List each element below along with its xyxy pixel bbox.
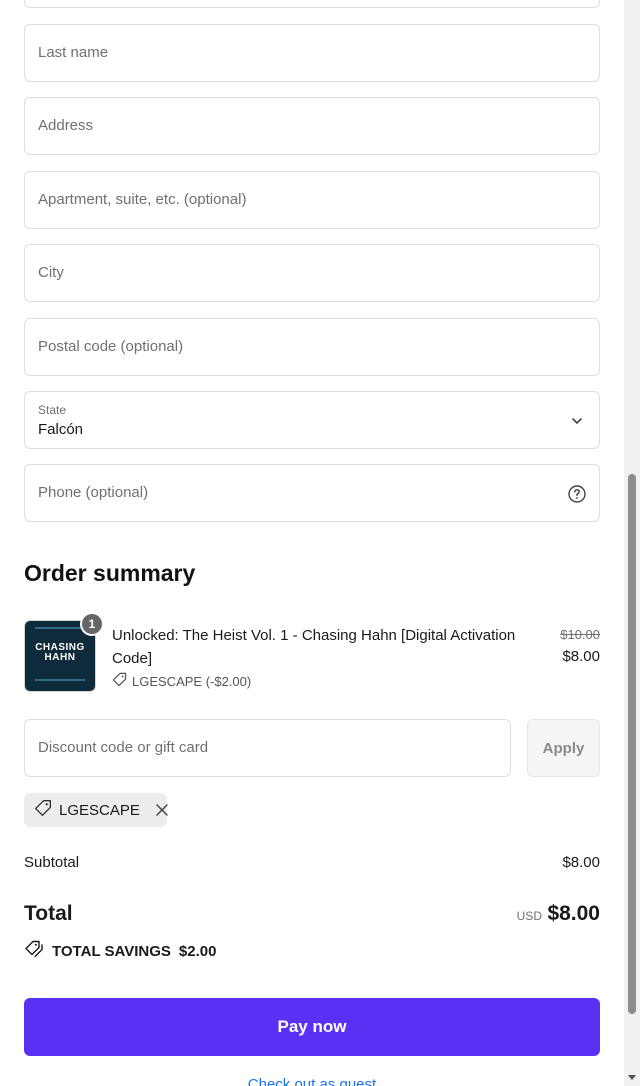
apply-button[interactable]: Apply: [527, 719, 600, 777]
postal-code-placeholder: Postal code (optional): [38, 338, 184, 355]
scroll-down-arrow-icon[interactable]: [628, 1075, 636, 1080]
thumb-text-2: HAHN: [44, 652, 76, 663]
scrollbar[interactable]: [624, 0, 640, 1086]
apartment-placeholder: Apartment, suite, etc. (optional): [38, 191, 247, 208]
original-price: $10.00: [560, 627, 600, 642]
product-name: Unlocked: The Heist Vol. 1 - Chasing Hah…: [112, 627, 516, 667]
order-summary-title: Order summary: [24, 560, 196, 586]
checkout-as-guest-link[interactable]: Check out as guest: [24, 1076, 600, 1086]
total-value: $8.00: [547, 902, 600, 925]
subtotal-label: Subtotal: [24, 854, 80, 871]
tag-icon: [34, 799, 52, 821]
state-value: Falcón: [38, 421, 84, 438]
phone-field[interactable]: Phone (optional): [24, 464, 600, 522]
help-icon[interactable]: [567, 484, 587, 504]
address-field[interactable]: Address: [24, 97, 600, 155]
city-placeholder: City: [38, 264, 64, 281]
discount-code-placeholder: Discount code or gift card: [38, 739, 209, 756]
state-label: State: [38, 403, 67, 417]
checkout-page: Last name Address Apartment, suite, etc.…: [0, 0, 640, 1086]
city-field[interactable]: City: [24, 244, 600, 302]
item-discount-label: LGESCAPE (-$2.00): [132, 673, 252, 689]
savings-label: TOTAL SAVINGS: [52, 942, 171, 960]
address-placeholder: Address: [38, 117, 94, 134]
discount-code-input[interactable]: Discount code or gift card: [24, 719, 511, 777]
total-currency: USD: [516, 909, 542, 923]
first-name-field[interactable]: [24, 0, 600, 8]
savings-value: $2.00: [178, 942, 217, 960]
final-price: $8.00: [562, 648, 600, 665]
applied-code-label: LGESCAPE: [59, 801, 140, 819]
phone-placeholder: Phone (optional): [38, 484, 149, 501]
last-name-placeholder: Last name: [38, 44, 109, 61]
remove-code-icon[interactable]: [155, 803, 169, 817]
tags-icon: [24, 940, 44, 962]
tag-icon: [112, 672, 127, 690]
chevron-down-icon: [567, 411, 587, 431]
apartment-field[interactable]: Apartment, suite, etc. (optional): [24, 171, 600, 229]
applied-code-chip: LGESCAPE: [24, 793, 169, 827]
subtotal-value: $8.00: [562, 854, 600, 871]
total-label: Total: [24, 902, 73, 925]
state-select[interactable]: State Falcón: [24, 391, 600, 449]
total-savings: TOTAL SAVINGS $2.00: [24, 940, 216, 962]
quantity-badge: 1: [80, 612, 104, 636]
postal-code-field[interactable]: Postal code (optional): [24, 318, 600, 376]
pay-now-button[interactable]: Pay now: [24, 998, 600, 1056]
item-discount: LGESCAPE (-$2.00): [112, 672, 251, 690]
scrollbar-thumb[interactable]: [628, 474, 636, 1014]
last-name-field[interactable]: Last name: [24, 24, 600, 82]
